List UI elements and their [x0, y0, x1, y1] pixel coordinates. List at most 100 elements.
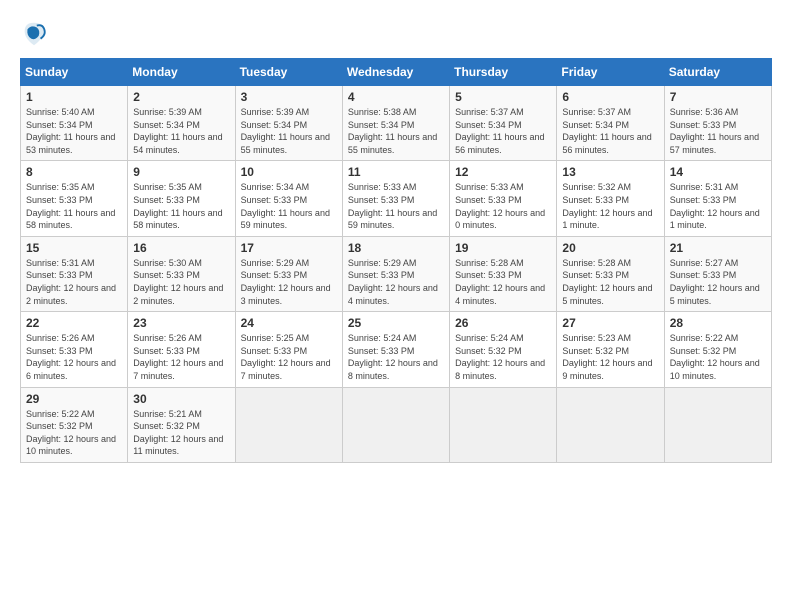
day-number: 2	[133, 90, 229, 104]
calendar-cell: 19 Sunrise: 5:28 AM Sunset: 5:33 PM Dayli…	[450, 236, 557, 311]
day-detail: Sunrise: 5:39 AM Sunset: 5:34 PM Dayligh…	[241, 106, 337, 156]
day-detail: Sunrise: 5:26 AM Sunset: 5:33 PM Dayligh…	[26, 332, 122, 382]
day-detail: Sunrise: 5:38 AM Sunset: 5:34 PM Dayligh…	[348, 106, 444, 156]
col-sunday: Sunday	[21, 59, 128, 86]
col-monday: Monday	[128, 59, 235, 86]
col-tuesday: Tuesday	[235, 59, 342, 86]
col-wednesday: Wednesday	[342, 59, 449, 86]
calendar-cell: 10 Sunrise: 5:34 AM Sunset: 5:33 PM Dayli…	[235, 161, 342, 236]
col-saturday: Saturday	[664, 59, 771, 86]
day-number: 16	[133, 241, 229, 255]
day-number: 17	[241, 241, 337, 255]
day-number: 18	[348, 241, 444, 255]
day-number: 23	[133, 316, 229, 330]
logo	[20, 20, 52, 48]
day-number: 21	[670, 241, 766, 255]
day-number: 5	[455, 90, 551, 104]
calendar-cell: 4 Sunrise: 5:38 AM Sunset: 5:34 PM Daylig…	[342, 86, 449, 161]
day-detail: Sunrise: 5:31 AM Sunset: 5:33 PM Dayligh…	[670, 181, 766, 231]
calendar-cell: 17 Sunrise: 5:29 AM Sunset: 5:33 PM Dayli…	[235, 236, 342, 311]
day-detail: Sunrise: 5:22 AM Sunset: 5:32 PM Dayligh…	[26, 408, 122, 458]
calendar-week-row: 22 Sunrise: 5:26 AM Sunset: 5:33 PM Dayli…	[21, 312, 772, 387]
calendar-table: Sunday Monday Tuesday Wednesday Thursday…	[20, 58, 772, 463]
day-detail: Sunrise: 5:37 AM Sunset: 5:34 PM Dayligh…	[455, 106, 551, 156]
calendar-cell: 9 Sunrise: 5:35 AM Sunset: 5:33 PM Daylig…	[128, 161, 235, 236]
day-detail: Sunrise: 5:37 AM Sunset: 5:34 PM Dayligh…	[562, 106, 658, 156]
calendar-cell: 15Sunrise: 5:31 AM Sunset: 5:33 PM Dayli…	[21, 236, 128, 311]
day-number: 14	[670, 165, 766, 179]
day-detail: Sunrise: 5:33 AM Sunset: 5:33 PM Dayligh…	[455, 181, 551, 231]
calendar-cell: 24 Sunrise: 5:25 AM Sunset: 5:33 PM Dayli…	[235, 312, 342, 387]
day-detail: Sunrise: 5:28 AM Sunset: 5:33 PM Dayligh…	[455, 257, 551, 307]
day-detail: Sunrise: 5:36 AM Sunset: 5:33 PM Dayligh…	[670, 106, 766, 156]
day-number: 4	[348, 90, 444, 104]
calendar-week-row: 8 Sunrise: 5:35 AM Sunset: 5:33 PM Daylig…	[21, 161, 772, 236]
calendar-cell	[450, 387, 557, 462]
day-detail: Sunrise: 5:29 AM Sunset: 5:33 PM Dayligh…	[241, 257, 337, 307]
calendar-cell: 23 Sunrise: 5:26 AM Sunset: 5:33 PM Dayli…	[128, 312, 235, 387]
day-number: 22	[26, 316, 122, 330]
calendar-cell: 11Sunrise: 5:33 AM Sunset: 5:33 PM Dayli…	[342, 161, 449, 236]
day-detail: Sunrise: 5:39 AM Sunset: 5:34 PM Dayligh…	[133, 106, 229, 156]
day-detail: Sunrise: 5:35 AM Sunset: 5:33 PM Dayligh…	[133, 181, 229, 231]
calendar-cell: 8 Sunrise: 5:35 AM Sunset: 5:33 PM Daylig…	[21, 161, 128, 236]
day-number: 3	[241, 90, 337, 104]
calendar-cell	[342, 387, 449, 462]
calendar-cell: 12 Sunrise: 5:33 AM Sunset: 5:33 PM Dayli…	[450, 161, 557, 236]
calendar-cell: 29 Sunrise: 5:22 AM Sunset: 5:32 PM Dayli…	[21, 387, 128, 462]
calendar-cell: 18 Sunrise: 5:29 AM Sunset: 5:33 PM Dayli…	[342, 236, 449, 311]
calendar-cell: 2 Sunrise: 5:39 AM Sunset: 5:34 PM Daylig…	[128, 86, 235, 161]
day-detail: Sunrise: 5:28 AM Sunset: 5:33 PM Dayligh…	[562, 257, 658, 307]
day-detail: Sunrise: 5:32 AM Sunset: 5:33 PM Dayligh…	[562, 181, 658, 231]
calendar-cell: 30 Sunrise: 5:21 AM Sunset: 5:32 PM Dayli…	[128, 387, 235, 462]
day-detail: Sunrise: 5:23 AM Sunset: 5:32 PM Dayligh…	[562, 332, 658, 382]
day-number: 6	[562, 90, 658, 104]
day-detail: Sunrise: 5:35 AM Sunset: 5:33 PM Dayligh…	[26, 181, 122, 231]
calendar-week-row: 1 Sunrise: 5:40 AM Sunset: 5:34 PM Daylig…	[21, 86, 772, 161]
calendar-cell: 6 Sunrise: 5:37 AM Sunset: 5:34 PM Daylig…	[557, 86, 664, 161]
day-number: 29	[26, 392, 122, 406]
calendar-cell: 20 Sunrise: 5:28 AM Sunset: 5:33 PM Dayli…	[557, 236, 664, 311]
day-number: 13	[562, 165, 658, 179]
col-thursday: Thursday	[450, 59, 557, 86]
calendar-cell: 3 Sunrise: 5:39 AM Sunset: 5:34 PM Daylig…	[235, 86, 342, 161]
calendar-cell: 14 Sunrise: 5:31 AM Sunset: 5:33 PM Dayli…	[664, 161, 771, 236]
day-detail: Sunrise: 5:29 AM Sunset: 5:33 PM Dayligh…	[348, 257, 444, 307]
calendar-week-row: 29 Sunrise: 5:22 AM Sunset: 5:32 PM Dayli…	[21, 387, 772, 462]
calendar-week-row: 15Sunrise: 5:31 AM Sunset: 5:33 PM Dayli…	[21, 236, 772, 311]
day-detail: Sunrise: 5:21 AM Sunset: 5:32 PM Dayligh…	[133, 408, 229, 458]
day-number: 19	[455, 241, 551, 255]
day-number: 20	[562, 241, 658, 255]
day-number: 27	[562, 316, 658, 330]
day-detail: Sunrise: 5:40 AM Sunset: 5:34 PM Dayligh…	[26, 106, 122, 156]
calendar-cell	[235, 387, 342, 462]
day-number: 10	[241, 165, 337, 179]
day-detail: Sunrise: 5:31 AM Sunset: 5:33 PM Dayligh…	[26, 257, 122, 307]
day-number: 9	[133, 165, 229, 179]
day-detail: Sunrise: 5:22 AM Sunset: 5:32 PM Dayligh…	[670, 332, 766, 382]
calendar-cell: 25Sunrise: 5:24 AM Sunset: 5:33 PM Dayli…	[342, 312, 449, 387]
day-number: 24	[241, 316, 337, 330]
day-detail: Sunrise: 5:25 AM Sunset: 5:33 PM Dayligh…	[241, 332, 337, 382]
day-detail: Sunrise: 5:24 AM Sunset: 5:32 PM Dayligh…	[455, 332, 551, 382]
day-number: 1	[26, 90, 122, 104]
calendar-cell	[557, 387, 664, 462]
calendar-cell: 21Sunrise: 5:27 AM Sunset: 5:33 PM Dayli…	[664, 236, 771, 311]
day-number: 7	[670, 90, 766, 104]
day-number: 25	[348, 316, 444, 330]
calendar-cell: 13 Sunrise: 5:32 AM Sunset: 5:33 PM Dayli…	[557, 161, 664, 236]
calendar-cell: 16Sunrise: 5:30 AM Sunset: 5:33 PM Dayli…	[128, 236, 235, 311]
calendar-cell	[664, 387, 771, 462]
day-detail: Sunrise: 5:34 AM Sunset: 5:33 PM Dayligh…	[241, 181, 337, 231]
calendar-cell: 22 Sunrise: 5:26 AM Sunset: 5:33 PM Dayli…	[21, 312, 128, 387]
day-number: 8	[26, 165, 122, 179]
day-number: 12	[455, 165, 551, 179]
col-friday: Friday	[557, 59, 664, 86]
header-row: Sunday Monday Tuesday Wednesday Thursday…	[21, 59, 772, 86]
day-number: 11	[348, 165, 444, 179]
day-detail: Sunrise: 5:26 AM Sunset: 5:33 PM Dayligh…	[133, 332, 229, 382]
calendar-cell: 27 Sunrise: 5:23 AM Sunset: 5:32 PM Dayli…	[557, 312, 664, 387]
calendar-cell: 5 Sunrise: 5:37 AM Sunset: 5:34 PM Daylig…	[450, 86, 557, 161]
calendar-cell: 26Sunrise: 5:24 AM Sunset: 5:32 PM Dayli…	[450, 312, 557, 387]
day-number: 30	[133, 392, 229, 406]
